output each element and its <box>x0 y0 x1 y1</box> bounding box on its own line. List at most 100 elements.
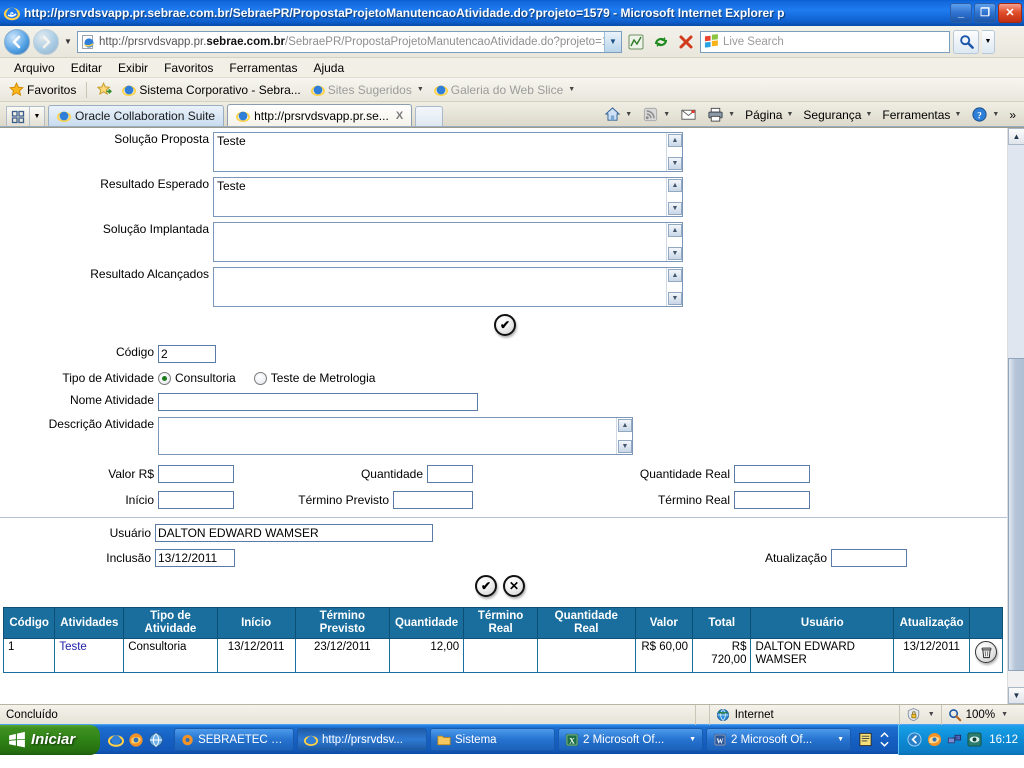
forward-button[interactable] <box>33 28 59 55</box>
notes-icon[interactable] <box>858 732 873 747</box>
favorite-sites-sugeridos[interactable]: Sites Sugeridos ▼ <box>307 82 428 98</box>
page-scrollbar[interactable]: ▲ ▼ <box>1007 128 1024 704</box>
solucao-implantada-textarea[interactable]: ▲ ▼ <box>213 222 683 262</box>
inclusao-input[interactable]: 13/12/2011 <box>155 549 235 567</box>
firefox-tray-icon[interactable] <box>927 732 942 747</box>
radio-consultoria[interactable]: Consultoria <box>158 371 236 385</box>
codigo-input[interactable]: 2 <box>158 345 216 363</box>
scrollbar-thumb[interactable] <box>1008 358 1024 671</box>
favorite-sistema-corporativo[interactable]: Sistema Corporativo - Sebra... <box>118 82 304 98</box>
scroll-down-icon[interactable]: ▼ <box>668 157 682 170</box>
scroll-up-icon[interactable]: ▲ <box>668 269 682 282</box>
quick-tabs-button[interactable] <box>6 106 30 126</box>
termino-real-input[interactable] <box>734 491 810 509</box>
tab-prsrvdsvapp[interactable]: http://prsrvdsvapp.pr.se... X <box>227 104 413 126</box>
eye-icon[interactable] <box>967 732 982 747</box>
save-activity-button[interactable]: ✔ <box>475 575 497 597</box>
chevron-down-icon[interactable]: ▼ <box>1001 711 1008 718</box>
recent-pages-dropdown[interactable]: ▼ <box>62 29 74 55</box>
task-microsoft-office-excel[interactable]: X 2 Microsoft Of... ▼ <box>558 728 703 751</box>
search-options-dropdown[interactable]: ▼ <box>982 29 995 54</box>
address-dropdown-button[interactable]: ▼ <box>604 31 621 52</box>
cell-actions[interactable] <box>969 638 1003 673</box>
scroll-up-icon[interactable]: ▲ <box>668 134 682 147</box>
zoom-control[interactable]: 100% ▼ <box>942 705 1024 725</box>
solucao-proposta-textarea[interactable]: Teste ▲ ▼ <box>213 132 683 172</box>
radio-teste-metrologia[interactable]: Teste de Metrologia <box>253 371 375 385</box>
menu-ferramentas[interactable]: Ferramentas <box>221 59 305 77</box>
favorites-button[interactable]: Favoritos <box>5 81 80 98</box>
security-zone[interactable]: Internet <box>710 704 900 725</box>
taskbar-overflow-arrows[interactable] <box>877 731 892 748</box>
chevron-down-icon[interactable]: ▼ <box>928 711 935 718</box>
scroll-down-button[interactable]: ▼ <box>1008 687 1024 704</box>
menu-ajuda[interactable]: Ajuda <box>305 59 352 77</box>
chevron-down-icon[interactable]: ▼ <box>685 736 696 743</box>
close-button[interactable]: ✕ <box>998 2 1022 23</box>
quantidade-real-input[interactable] <box>734 465 810 483</box>
menu-exibir[interactable]: Exibir <box>110 59 156 77</box>
command-ferramentas[interactable]: Ferramentas ▼ <box>878 107 965 123</box>
task-microsoft-office-word[interactable]: W 2 Microsoft Of... ▼ <box>706 728 851 751</box>
scroll-down-icon[interactable]: ▼ <box>668 247 682 260</box>
scroll-down-icon[interactable]: ▼ <box>668 202 682 215</box>
start-button[interactable]: Iniciar <box>0 724 100 755</box>
textarea-scrollbar[interactable]: ▲ ▼ <box>666 268 682 306</box>
tab-list-dropdown[interactable]: ▼ <box>30 106 45 126</box>
cell-atividades[interactable]: Teste <box>54 638 125 673</box>
scroll-down-icon[interactable]: ▼ <box>668 292 682 305</box>
task-sistema[interactable]: Sistema <box>430 728 555 751</box>
atualizacao-input[interactable] <box>831 549 907 567</box>
textarea-scrollbar[interactable]: ▲ ▼ <box>616 418 632 454</box>
task-prsrvdsv[interactable]: http://prsrvdsv... <box>297 728 427 751</box>
task-sebraetec[interactable]: SEBRAETEC 20... <box>174 728 294 751</box>
search-input[interactable]: Live Search <box>700 30 950 53</box>
resultado-alcancados-textarea[interactable]: ▲ ▼ <box>213 267 683 307</box>
termino-previsto-input[interactable] <box>393 491 473 509</box>
compatibility-view-button[interactable] <box>625 31 647 53</box>
inicio-input[interactable] <box>158 491 234 509</box>
scroll-up-button[interactable]: ▲ <box>1008 128 1024 145</box>
taskbar-clock[interactable]: 16:12 <box>987 734 1018 746</box>
activity-link[interactable]: Teste <box>59 641 87 653</box>
browser-icon[interactable] <box>148 732 164 748</box>
command-pagina[interactable]: Página ▼ <box>741 107 797 123</box>
delete-row-button[interactable] <box>975 641 998 663</box>
network-icon[interactable] <box>947 732 962 747</box>
minimize-button[interactable]: _ <box>950 2 972 23</box>
scroll-up-icon[interactable]: ▲ <box>668 224 682 237</box>
add-to-favorites-bar-button[interactable] <box>93 81 116 98</box>
protected-mode-indicator[interactable]: ▼ <box>900 704 942 725</box>
favorite-galeria-web-slice[interactable]: Galeria do Web Slice ▼ <box>430 82 579 98</box>
read-mail-button[interactable] <box>676 105 701 124</box>
textarea-scrollbar[interactable]: ▲ ▼ <box>666 223 682 261</box>
scroll-down-icon[interactable]: ▼ <box>618 440 632 453</box>
textarea-scrollbar[interactable]: ▲ ▼ <box>666 178 682 216</box>
table-row[interactable]: 1 Teste Consultoria 13/12/2011 23/12/201… <box>2 638 1003 673</box>
new-tab-button[interactable] <box>415 106 444 126</box>
home-button[interactable]: ▼ <box>600 105 636 124</box>
address-bar[interactable]: http://prsrvdsvapp.pr.sebrae.com.br/Sebr… <box>77 30 622 53</box>
tab-oracle-collaboration-suite[interactable]: Oracle Collaboration Suite <box>48 105 225 126</box>
back-button[interactable] <box>4 28 30 55</box>
restore-button[interactable]: ❐ <box>974 2 996 23</box>
chevron-down-icon[interactable]: ▼ <box>833 736 844 743</box>
menu-favoritos[interactable]: Favoritos <box>156 59 221 77</box>
print-button[interactable]: ▼ <box>703 105 739 124</box>
scrollbar-track-upper[interactable] <box>1008 145 1024 358</box>
command-overflow-button[interactable]: » <box>1005 107 1020 123</box>
firefox-icon[interactable] <box>128 732 144 748</box>
cancel-activity-button[interactable]: ✕ <box>503 575 525 597</box>
textarea-scrollbar[interactable]: ▲ ▼ <box>666 133 682 171</box>
tab-close-icon[interactable]: X <box>396 110 403 122</box>
scroll-up-icon[interactable]: ▲ <box>668 179 682 192</box>
quantidade-input[interactable] <box>427 465 473 483</box>
search-go-button[interactable] <box>953 29 979 54</box>
usuario-input[interactable]: DALTON EDWARD WAMSER <box>155 524 433 542</box>
help-button[interactable]: ? ▼ <box>967 105 1003 124</box>
resultado-esperado-textarea[interactable]: Teste ▲ ▼ <box>213 177 683 217</box>
stop-button[interactable] <box>675 31 697 53</box>
ie-icon[interactable] <box>108 732 124 748</box>
radio-button[interactable] <box>253 371 267 385</box>
show-hidden-icons-icon[interactable] <box>907 732 922 747</box>
